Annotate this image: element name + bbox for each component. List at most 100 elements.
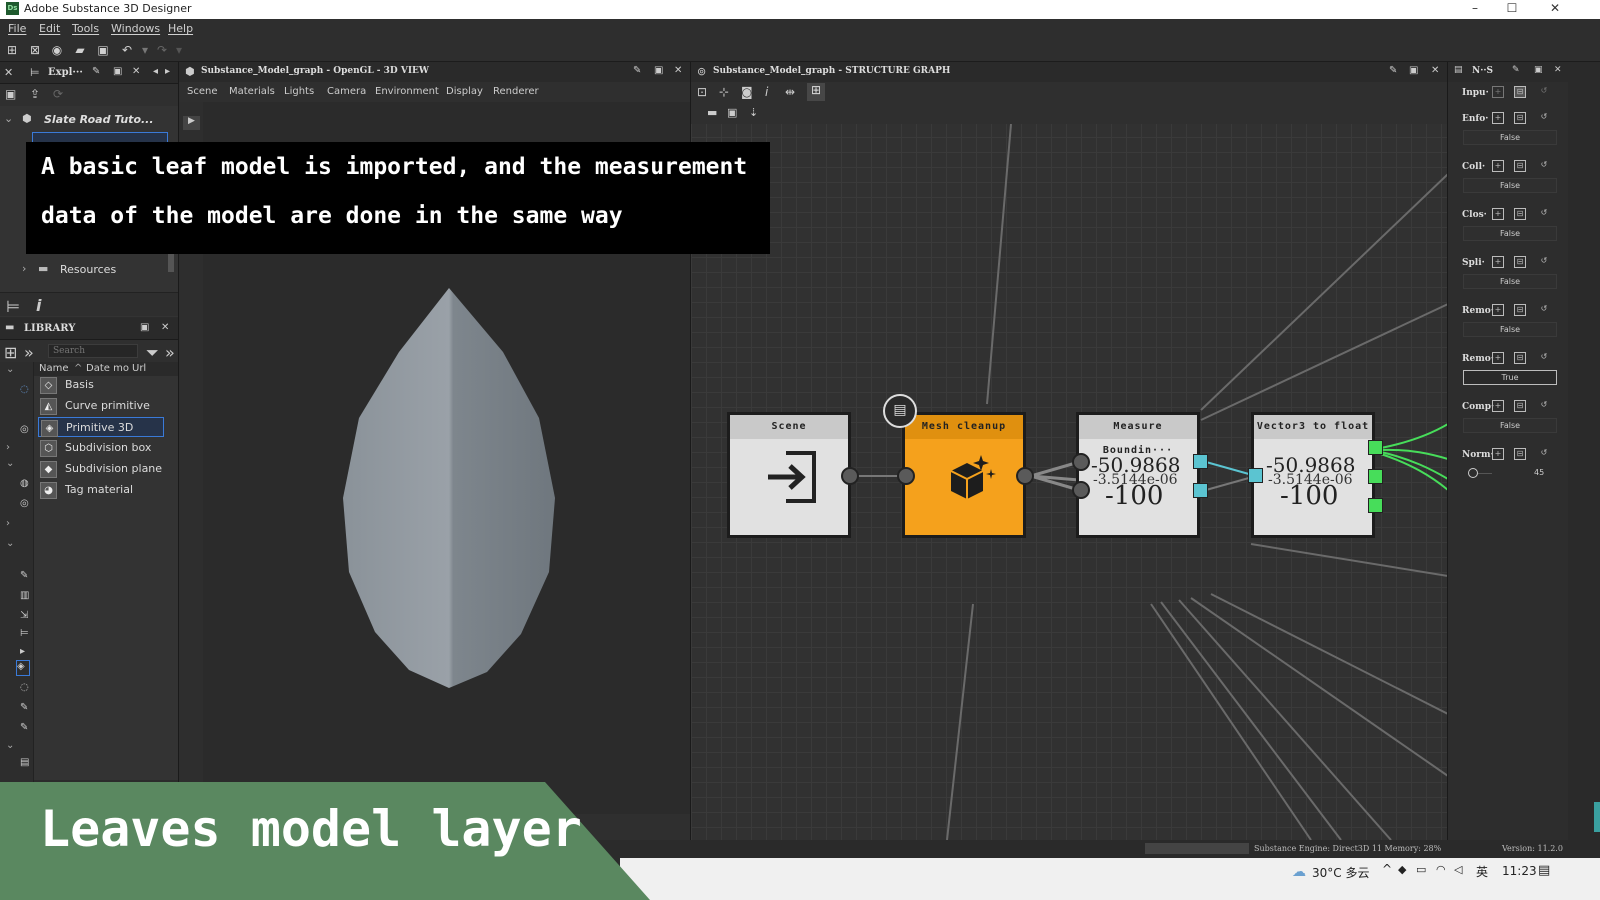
measure-input-port[interactable] bbox=[1072, 481, 1090, 499]
menu-environment[interactable]: Environment bbox=[375, 86, 439, 97]
float-panel-icon[interactable]: ▣ bbox=[654, 65, 663, 76]
reset-icon[interactable]: ↺ bbox=[1538, 352, 1550, 364]
function-icon[interactable]: ⊟ bbox=[1514, 448, 1526, 460]
category-icon[interactable]: ⊨ bbox=[20, 628, 29, 639]
param-value[interactable]: False bbox=[1463, 226, 1557, 241]
category-icon[interactable]: ◍ bbox=[20, 478, 29, 489]
menu-camera[interactable]: Camera bbox=[327, 86, 366, 97]
screenshot-icon[interactable]: ◙ bbox=[741, 85, 753, 99]
undo-icon[interactable]: ↶ bbox=[120, 43, 134, 57]
vector3-input-port[interactable] bbox=[1248, 468, 1263, 483]
close-panel-icon[interactable]: ✕ bbox=[132, 66, 140, 77]
menu-edit[interactable]: Edit bbox=[39, 22, 60, 35]
expose-icon[interactable]: + bbox=[1492, 112, 1504, 124]
ime-label[interactable]: 英 bbox=[1476, 863, 1488, 880]
close-panel-icon[interactable]: ✕ bbox=[1431, 65, 1439, 76]
category-icon[interactable]: ▤ bbox=[20, 757, 29, 768]
library-item[interactable]: ◆ Subdivision plane bbox=[38, 459, 164, 479]
node-measure-bounding[interactable]: Measure Boundin··· -50.9868 -3.5144e-06 … bbox=[1076, 412, 1200, 538]
param-value[interactable]: False bbox=[1463, 130, 1557, 145]
float-panel-icon[interactable]: ▣ bbox=[1409, 65, 1418, 76]
function-icon[interactable]: ⊟ bbox=[1514, 208, 1526, 220]
menu-tools[interactable]: Tools bbox=[72, 22, 99, 35]
slider-handle[interactable] bbox=[1468, 468, 1478, 478]
wifi-icon[interactable]: ◠ bbox=[1436, 863, 1446, 876]
pin-icon[interactable]: ✎ bbox=[1389, 65, 1397, 76]
float-panel-icon[interactable]: ▣ bbox=[113, 66, 122, 77]
menu-file[interactable]: File bbox=[8, 22, 26, 35]
close-button[interactable]: ✕ bbox=[1540, 0, 1570, 19]
chevron-down-icon[interactable]: ⌄ bbox=[6, 538, 14, 549]
category-icon[interactable]: ✎ bbox=[20, 722, 28, 733]
explorer-scrollbar[interactable] bbox=[168, 252, 174, 272]
library-item[interactable]: ◇ Basis bbox=[38, 375, 164, 395]
double-chevron-icon[interactable]: » bbox=[24, 343, 34, 362]
vector3-output-port-z[interactable] bbox=[1368, 498, 1383, 513]
function-icon[interactable]: ⊟ bbox=[1514, 160, 1526, 172]
double-chevron-icon[interactable]: » bbox=[165, 343, 175, 362]
library-search-input[interactable] bbox=[48, 344, 138, 358]
globe-icon[interactable]: ◉ bbox=[50, 43, 64, 57]
reset-icon[interactable]: ↺ bbox=[1538, 160, 1550, 172]
maximize-button[interactable]: ☐ bbox=[1497, 0, 1527, 19]
chevron-right-icon[interactable]: › bbox=[6, 442, 10, 453]
pin-icon[interactable]: ✎ bbox=[92, 66, 100, 77]
comment-icon[interactable]: ▬ bbox=[707, 106, 717, 119]
reset-icon[interactable]: ↺ bbox=[1538, 86, 1550, 98]
vector3-output-port-x[interactable] bbox=[1368, 440, 1383, 455]
category-icon[interactable]: ▸ bbox=[20, 646, 25, 657]
function-icon[interactable]: ⊟ bbox=[1514, 400, 1526, 412]
param-value[interactable]: False bbox=[1463, 418, 1557, 433]
function-icon[interactable]: ⊟ bbox=[1514, 304, 1526, 316]
expose-icon[interactable]: + bbox=[1492, 160, 1504, 172]
param-value[interactable]: False bbox=[1463, 274, 1557, 289]
scrollbar-thumb[interactable] bbox=[1594, 802, 1600, 832]
menu-scene[interactable]: Scene bbox=[187, 86, 218, 97]
expose-icon[interactable]: + bbox=[1492, 448, 1504, 460]
category-icon[interactable]: ▥ bbox=[20, 590, 29, 601]
weather-label[interactable]: 30°C 多云 bbox=[1312, 864, 1369, 881]
slider-track[interactable] bbox=[1478, 473, 1492, 474]
library-add-icon[interactable]: ⊞ bbox=[4, 343, 17, 362]
clock-label[interactable]: 11:23 bbox=[1502, 864, 1537, 878]
library-item[interactable]: ◕ Tag material bbox=[38, 480, 164, 500]
menu-display[interactable]: Display bbox=[446, 86, 483, 97]
new-package-icon[interactable]: ⊠ bbox=[28, 43, 42, 57]
category-icon[interactable]: ◌ bbox=[20, 682, 29, 693]
pin-icon[interactable]: ✎ bbox=[633, 65, 641, 76]
frame-all-icon[interactable]: ⊡ bbox=[697, 85, 707, 99]
library-item[interactable]: ◭ Curve primitive bbox=[38, 396, 164, 416]
chevron-down-icon[interactable]: ⌄ bbox=[6, 740, 14, 751]
new-graph-icon[interactable]: ⊞ bbox=[5, 43, 19, 57]
expose-icon[interactable]: + bbox=[1492, 256, 1504, 268]
vector3-output-port-y[interactable] bbox=[1368, 469, 1383, 484]
category-icon-selected[interactable]: ◈ bbox=[16, 660, 30, 676]
chevron-down-icon[interactable]: ⌄ bbox=[6, 458, 14, 469]
undo-dropdown-icon[interactable]: ▾ bbox=[138, 43, 152, 57]
tray-chevron-icon[interactable]: ^ bbox=[1382, 862, 1392, 876]
measure-output-port[interactable] bbox=[1193, 454, 1208, 469]
category-icon[interactable]: ◎ bbox=[20, 424, 29, 435]
expose-icon[interactable]: + bbox=[1492, 304, 1504, 316]
refresh-icon[interactable]: ⟳ bbox=[53, 87, 63, 101]
explorer-tab-label[interactable]: Expl··· bbox=[48, 67, 83, 78]
chevron-right-icon[interactable]: › bbox=[6, 518, 10, 529]
menu-materials[interactable]: Materials bbox=[229, 86, 275, 97]
layout-icon[interactable]: ⊞ bbox=[807, 83, 825, 101]
pin-icon[interactable]: ✎ bbox=[1512, 65, 1520, 75]
document-icon[interactable]: ▤ bbox=[883, 394, 917, 428]
close-panel-icon[interactable]: ✕ bbox=[674, 65, 682, 76]
expose-icon[interactable]: + bbox=[1492, 208, 1504, 220]
tree-row-package[interactable]: ⌄ ⬢ Slate Road Tuto... bbox=[0, 110, 178, 130]
chevron-down-icon[interactable]: ⌄ bbox=[4, 112, 13, 125]
category-icon[interactable]: ⇲ bbox=[20, 610, 28, 621]
close-panel-icon[interactable]: ✕ bbox=[161, 322, 169, 333]
reset-icon[interactable]: ↺ bbox=[1538, 208, 1550, 220]
minimize-button[interactable]: – bbox=[1460, 0, 1490, 19]
scene-output-port[interactable] bbox=[841, 467, 859, 485]
menu-renderer[interactable]: Renderer bbox=[493, 86, 539, 97]
expose-icon[interactable]: + bbox=[1492, 400, 1504, 412]
chevron-left-icon[interactable]: ◂ bbox=[153, 66, 158, 77]
param-value[interactable]: False bbox=[1463, 322, 1557, 337]
category-icon[interactable]: ◎ bbox=[20, 498, 29, 509]
